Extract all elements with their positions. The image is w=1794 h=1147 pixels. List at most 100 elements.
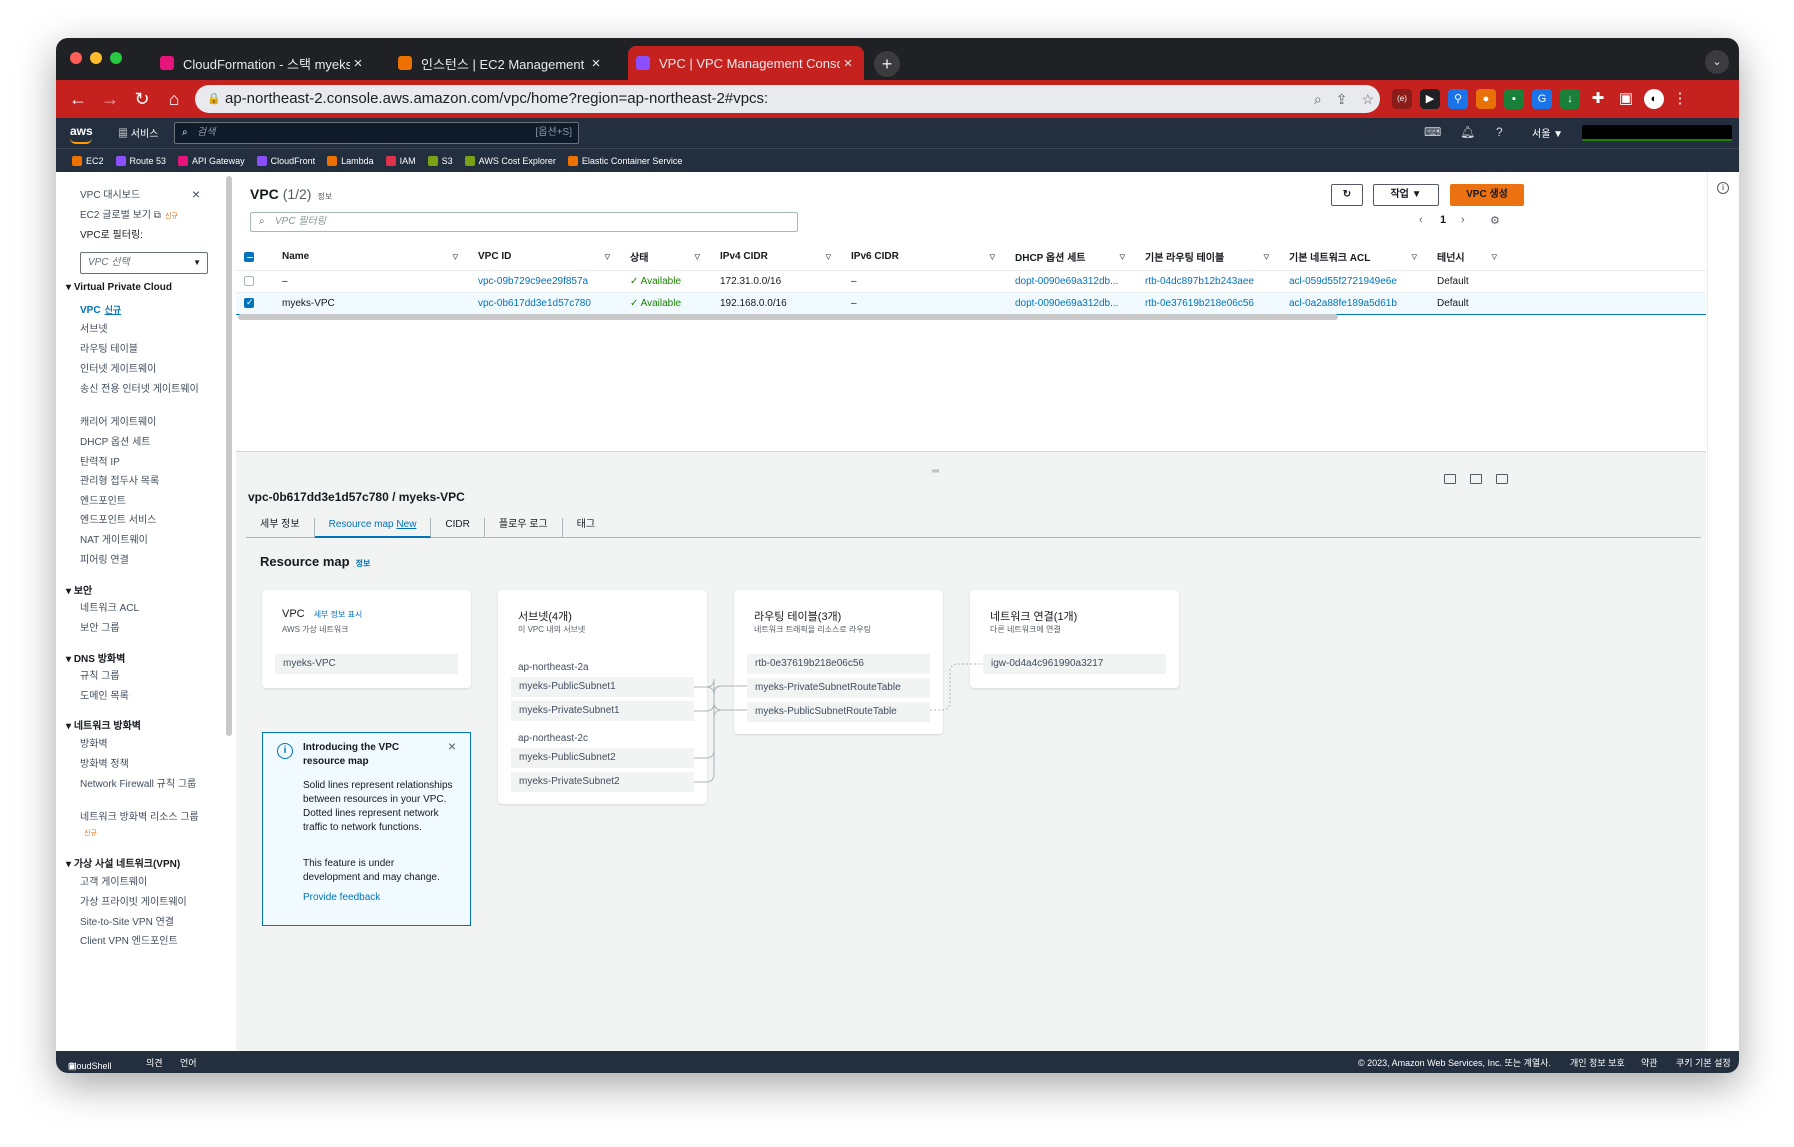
help-icon[interactable]: ? [1496,125,1503,139]
region-selector[interactable]: 서울 ▼ [1532,125,1563,140]
close-icon[interactable]: × [192,186,200,202]
search-input[interactable]: ⌕ 검색 [옵션+S] [174,122,579,144]
actions-button[interactable]: 작업 ▼ [1373,184,1439,206]
table-cell[interactable]: dopt-0090e69a312db... [1007,270,1137,293]
sidebar-item[interactable]: 엔드포인트 [80,494,208,509]
extension-icon[interactable]: (e) [1392,89,1412,109]
sort-icon[interactable]: ▽ [1120,253,1125,261]
favorite-item[interactable]: CloudFront [256,155,315,166]
close-window-button[interactable] [70,52,82,64]
info-link[interactable]: 정보 [317,192,332,201]
minimize-window-button[interactable] [90,52,102,64]
sidebar-item[interactable]: 고객 게이트웨이 [80,875,208,890]
favorite-item[interactable]: API Gateway [178,155,245,166]
table-row[interactable]: – vpc-09b729c9ee29f857a ✓ Available 172.31.… [236,270,1706,293]
section-security[interactable]: ▾ 보안 [66,582,92,597]
sidebar-item-dashboard[interactable]: VPC 대시보드 [80,188,208,203]
maximize-window-button[interactable] [110,52,122,64]
favorite-item[interactable]: Route 53 [115,155,166,166]
sidebar-scrollbar[interactable] [226,176,232,736]
table-cell[interactable]: dopt-0090e69a312db... [1007,291,1137,315]
translate-icon[interactable]: G [1532,89,1552,109]
favorite-item[interactable]: IAM [385,155,416,166]
provide-feedback-link[interactable]: Provide feedback [303,891,380,905]
settings-gear-icon[interactable]: ⚙ [1490,214,1500,227]
table-row[interactable]: myeks-VPCvpc-0b617dd3e1d57c780✓ Availabl… [236,291,1706,315]
sidebar-item[interactable]: 캐리어 게이트웨이 [80,415,208,430]
extension-icon[interactable]: ▶ [1420,89,1440,109]
browser-tab-vpc[interactable]: VPC | VPC Management Conso × [628,46,864,80]
column-header[interactable]: 기본 라우팅 테이블 ▽ [1137,244,1281,271]
sidebar-item[interactable]: 규칙 그룹 [80,669,208,684]
sidebar-item[interactable]: 탄력적 IP [80,455,208,470]
sidepanel-icon[interactable]: ▣ [1616,89,1636,109]
privacy-link[interactable]: 개인 정보 보호 [1570,1056,1625,1069]
favorite-item[interactable]: AWS Cost Explorer [464,155,556,166]
refresh-button[interactable]: ↻ [1331,184,1363,206]
table-cell[interactable]: acl-0a2a88fe189a5d61b [1281,291,1429,315]
profile-avatar[interactable]: ◐ [1644,89,1664,109]
section-vpn[interactable]: ▾ 가상 사설 네트워크(VPN) [66,855,180,870]
language-link[interactable]: 언어 [180,1056,197,1069]
column-header[interactable]: IPv6 CIDR ▽ [843,244,1007,271]
panel-full-view-icon[interactable] [1496,474,1508,484]
column-header[interactable]: Name ▽ [274,244,470,271]
favorite-item[interactable]: S3 [427,155,453,166]
info-panel-icon[interactable]: i [1717,182,1729,194]
sidebar-item[interactable]: 피어링 연결 [80,553,208,568]
column-header[interactable]: 상태 ▽ [622,244,712,271]
close-tab-icon[interactable]: × [588,55,604,72]
panel-side-view-icon[interactable] [1470,474,1482,484]
vpc-filter-select[interactable]: VPC 선택 [80,252,208,274]
sidebar-item[interactable]: Client VPN 엔드포인트 [80,934,208,949]
sidebar-item[interactable]: 네트워크 ACL [80,601,208,616]
table-cell[interactable]: rtb-0e37619b218e06c56 [1137,291,1281,315]
sidebar-item[interactable]: Network Firewall 규칙 그룹 [80,777,208,792]
extension-icon[interactable]: ● [1476,89,1496,109]
close-tab-icon[interactable]: × [350,55,366,72]
sidebar-item[interactable]: 관리형 접두사 목록 [80,474,208,489]
close-tab-icon[interactable]: × [840,55,856,72]
sort-icon[interactable]: ▽ [826,253,831,261]
row-checkbox[interactable] [244,297,254,308]
sidebar-item[interactable]: 엔드포인트 서비스 [80,513,208,528]
sidebar-item[interactable]: VPC 신규 [80,303,208,318]
table-horizontal-scrollbar[interactable] [238,314,1338,320]
sidebar-item[interactable]: NAT 게이트웨이 [80,533,208,548]
cookie-settings-link[interactable]: 쿠키 기본 설정 [1676,1056,1731,1069]
address-bar[interactable]: 🔒 ap-northeast-2.console.aws.amazon.com/… [195,85,1380,113]
tab-search-chevron-icon[interactable]: ⌄ [1705,50,1729,74]
sort-icon[interactable]: ▽ [1412,253,1417,261]
extension-icon[interactable]: ▪ [1504,89,1524,109]
sort-icon[interactable]: ▽ [695,253,700,261]
sort-icon[interactable]: ▽ [605,253,610,261]
section-firewall[interactable]: ▾ 네트워크 방화벽 [66,717,141,732]
sidebar-item-ec2-global[interactable]: EC2 글로벌 보기 ⧉ 신규 [80,208,208,224]
browser-tab-ec2[interactable]: 인스턴스 | EC2 Management Cor × [390,46,612,80]
next-page-icon[interactable]: › [1461,214,1465,226]
download-icon[interactable]: ↓ [1560,89,1580,109]
feedback-link[interactable]: 의견 [146,1056,163,1069]
sidebar-item[interactable]: 보안 그룹 [80,621,208,636]
more-menu-icon[interactable]: ⋮ [1670,89,1690,109]
notifications-bell-icon[interactable]: 🔔︎ [1460,125,1475,139]
table-cell[interactable]: rtb-04dc897b12b243aee [1137,270,1281,293]
sort-icon[interactable]: ▽ [1264,253,1269,261]
section-dns[interactable]: ▾ DNS 방화벽 [66,650,125,665]
column-header[interactable]: 기본 네트워크 ACL ▽ [1281,244,1429,271]
extension-icon[interactable]: ⚲ [1448,89,1468,109]
sidebar-item[interactable]: 방화벽 [80,737,208,752]
zoom-icon[interactable]: ⌕ [1314,85,1322,113]
bookmark-star-icon[interactable]: ☆ [1361,85,1374,113]
share-icon[interactable]: ⇪ [1336,85,1348,113]
table-cell[interactable]: vpc-09b729c9ee29f857a [470,270,622,293]
prev-page-icon[interactable]: ‹ [1419,214,1423,226]
create-vpc-button[interactable]: VPC 생성 [1450,184,1524,206]
cloudshell-icon[interactable]: ⌨ [1424,125,1441,139]
column-header[interactable]: VPC ID ▽ [470,244,622,271]
column-header[interactable]: DHCP 옵션 세트 ▽ [1007,244,1137,271]
page-number[interactable]: 1 [1440,214,1446,226]
sort-icon[interactable]: ▽ [1492,253,1497,261]
sidebar-item[interactable]: 인터넷 게이트웨이 [80,362,208,377]
forward-arrow-icon[interactable]: → [98,87,122,111]
